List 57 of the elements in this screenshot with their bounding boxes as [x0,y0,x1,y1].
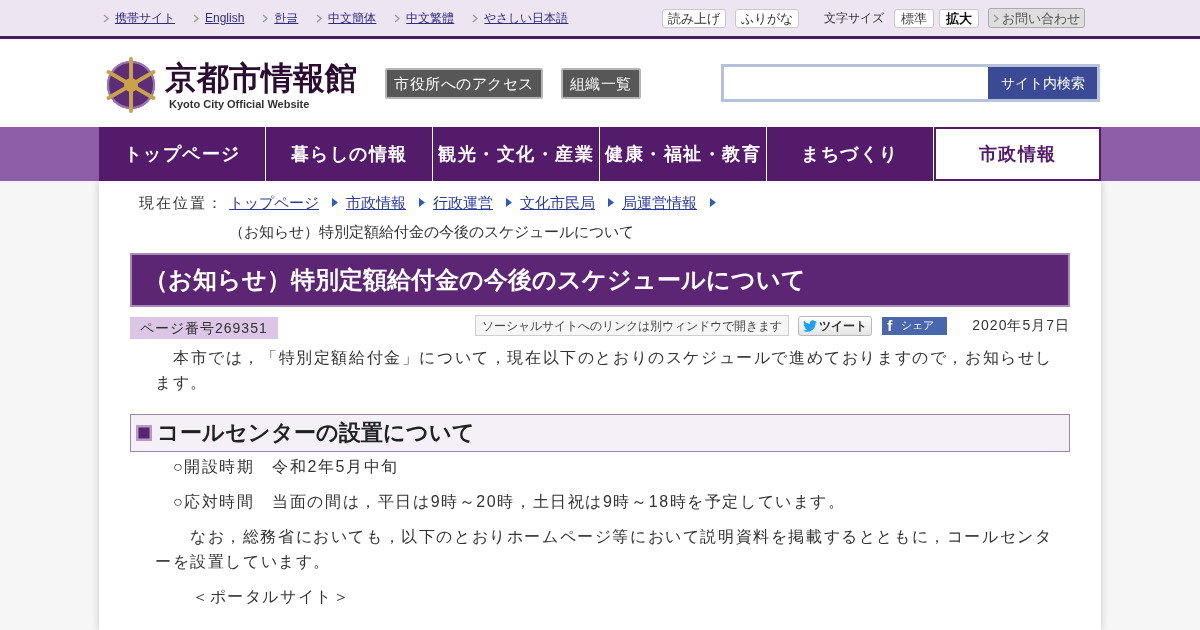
breadcrumb-link[interactable]: 市政情報 [346,188,406,217]
breadcrumb-label: 現在位置： [139,193,224,213]
breadcrumb-link[interactable]: 文化市民局 [520,188,595,217]
paragraph-text: なお，総務省においても，以下のとおりホームページ等において説明資料を掲載するとともに，コールセンターを設置しています。 [154,527,1054,572]
font-size-button[interactable]: 標準 [894,8,934,28]
language-link[interactable]: やさしい日本語 [484,12,569,24]
triangle-icon [332,198,338,207]
page-number: ページ番号269351 [130,317,278,339]
language-link[interactable]: 携帯サイト [115,12,175,24]
publish-date: 2020年5月7日 [972,316,1070,335]
chevron-icon [993,13,999,23]
language-link[interactable]: 中文簡体 [328,12,377,24]
emblem-icon [103,57,159,113]
triangle-icon [419,198,425,207]
chevron-icon [103,13,109,23]
chevron-icon [193,13,199,23]
nav-tab[interactable]: 健康・福祉・教育 [600,127,767,181]
tool-button[interactable]: ふりがな [735,8,799,28]
f-logo-icon: f [887,318,893,333]
bird-icon [803,319,818,332]
language-link[interactable]: 한글 [274,12,299,24]
language-link[interactable]: English [205,12,245,24]
site-title: 京都市情報館 [165,61,357,95]
sub-label: ＜ポータルサイト＞ [191,587,352,607]
header-button[interactable]: 市役所へのアクセス [385,67,543,99]
breadcrumb-link[interactable]: トップページ [229,188,319,217]
site-subtitle: Kyoto City Official Website [169,98,311,111]
intro-text: 本市では，「特別定額給付金」について，現在以下のとおりのスケジュールで進めておりますので，お知らせします。 [154,348,1054,393]
header-button[interactable]: 組織一覧 [560,67,641,99]
font-size-label: 文字サイズ [824,10,884,27]
list-item-text: ○応対時間 当面の間は，平日は9時～20時，土日祝は9時～18時を予定しています。 [172,492,847,512]
chevron-icon [472,13,479,23]
breadcrumb-link[interactable]: 局運営情報 [622,188,697,217]
tool-button[interactable]: 読み上げ [662,8,726,28]
triangle-icon [710,198,716,207]
current-page: （お知らせ）特別定額給付金の今後のスケジュールについて [229,222,635,242]
page-title: （お知らせ）特別定額給付金の今後のスケジュールについて [130,253,1070,307]
nav-tab[interactable]: 観光・文化・産業 [433,127,600,181]
nav-tab[interactable]: トップページ [99,127,266,181]
font-size-button[interactable]: 拡大 [939,8,979,28]
breadcrumb-link[interactable]: 行政運営 [433,188,493,217]
nav-tab[interactable]: 市政情報 [934,127,1101,181]
section-heading: コールセンターの設置について [157,422,475,444]
share-button[interactable]: f シェア [882,316,948,335]
tweet-button[interactable]: ツイート [798,315,873,336]
triangle-icon [506,198,512,207]
language-link[interactable]: 中文繁體 [406,12,455,24]
social-link-note: ソーシャルサイトへのリンクは別ウィンドウで開きます [475,315,790,336]
chevron-icon [394,13,401,23]
triangle-icon [608,198,614,207]
contact-button[interactable]: お問い合わせ [988,8,1085,28]
list-item-text: ○開設時期 令和2年5月中旬 [172,457,400,477]
chevron-icon [316,13,323,23]
chevron-icon [262,13,269,23]
nav-tab[interactable]: まちづくり [767,127,934,181]
nav-tab[interactable]: 暮らしの情報 [266,127,433,181]
square-icon [136,425,152,441]
